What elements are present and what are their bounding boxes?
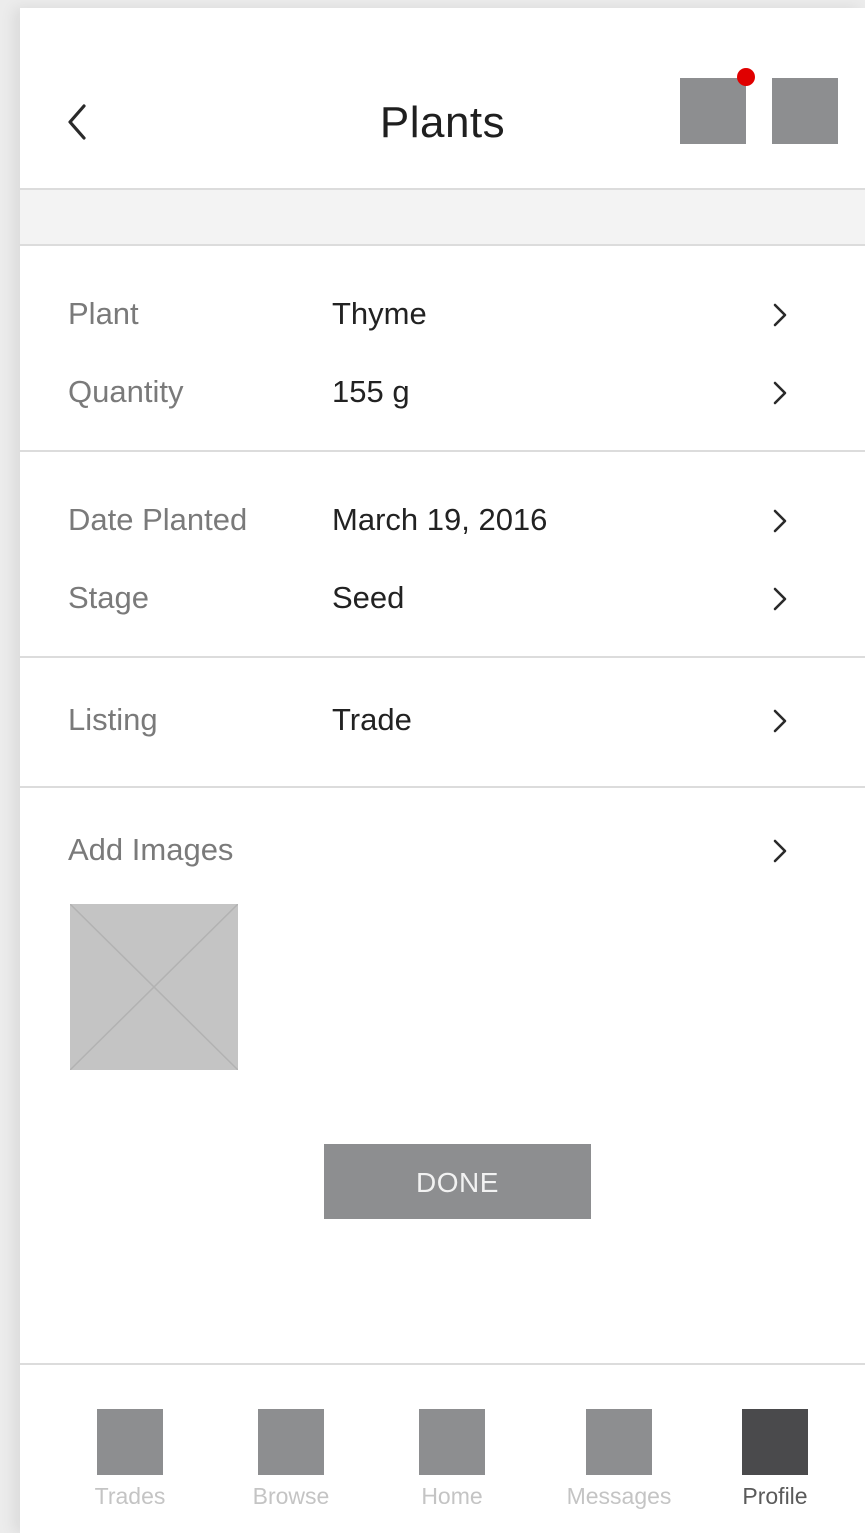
date-planted-value: March 19, 2016: [332, 502, 548, 537]
chevron-right-icon: [770, 378, 790, 408]
app-screen: Plants Plant Thyme Quantity 155 g Date P…: [20, 8, 865, 1533]
add-images-label: Add Images: [68, 832, 234, 867]
row-date-planted[interactable]: Date Planted March 19, 2016: [20, 494, 865, 550]
home-icon: [419, 1409, 485, 1475]
section-growth-info: Date Planted March 19, 2016 Stage Seed: [20, 452, 865, 658]
header-bar: Plants: [20, 8, 865, 190]
chevron-right-icon: [770, 706, 790, 736]
tab-profile[interactable]: Profile: [715, 1365, 835, 1533]
tab-browse-label: Browse: [252, 1483, 330, 1509]
chevron-right-icon: [770, 506, 790, 536]
notifications-icon[interactable]: [680, 68, 755, 144]
stage-value: Seed: [332, 580, 405, 615]
section-plant-info: Plant Thyme Quantity 155 g: [20, 246, 865, 452]
messages-icon: [586, 1409, 652, 1475]
section-listing: Listing Trade: [20, 658, 865, 788]
image-placeholder[interactable]: [70, 904, 238, 1070]
tab-home[interactable]: Home: [392, 1365, 512, 1533]
chevron-right-icon: [770, 300, 790, 330]
browse-icon: [258, 1409, 324, 1475]
tab-profile-label: Profile: [742, 1483, 808, 1509]
tab-browse[interactable]: Browse: [231, 1365, 351, 1533]
row-plant[interactable]: Plant Thyme: [20, 288, 865, 344]
stage-label: Stage: [68, 580, 150, 615]
plant-label: Plant: [68, 296, 139, 331]
image-placeholder-icon: [70, 904, 238, 1070]
quantity-label: Quantity: [68, 374, 184, 409]
menu-icon[interactable]: [772, 78, 838, 144]
date-planted-label: Date Planted: [68, 502, 248, 537]
chevron-right-icon: [770, 836, 790, 866]
row-stage[interactable]: Stage Seed: [20, 572, 865, 628]
chevron-right-icon: [770, 584, 790, 614]
tab-bar: Trades Browse Home Messages Profile: [20, 1363, 865, 1533]
row-add-images[interactable]: Add Images: [20, 824, 865, 880]
plant-value: Thyme: [332, 296, 427, 331]
tab-trades-label: Trades: [94, 1483, 166, 1509]
tab-home-label: Home: [421, 1483, 483, 1509]
quantity-value: 155 g: [332, 374, 410, 409]
header-spacer-band: [20, 190, 865, 246]
trades-icon: [97, 1409, 163, 1475]
listing-label: Listing: [68, 702, 158, 737]
profile-icon: [742, 1409, 808, 1475]
notification-badge: [737, 68, 755, 86]
row-quantity[interactable]: Quantity 155 g: [20, 366, 865, 422]
tab-trades[interactable]: Trades: [70, 1365, 190, 1533]
listing-value: Trade: [332, 702, 412, 737]
tab-messages[interactable]: Messages: [559, 1365, 679, 1533]
done-button[interactable]: DONE: [324, 1144, 591, 1219]
tab-messages-label: Messages: [566, 1483, 672, 1509]
row-listing[interactable]: Listing Trade: [20, 694, 865, 750]
